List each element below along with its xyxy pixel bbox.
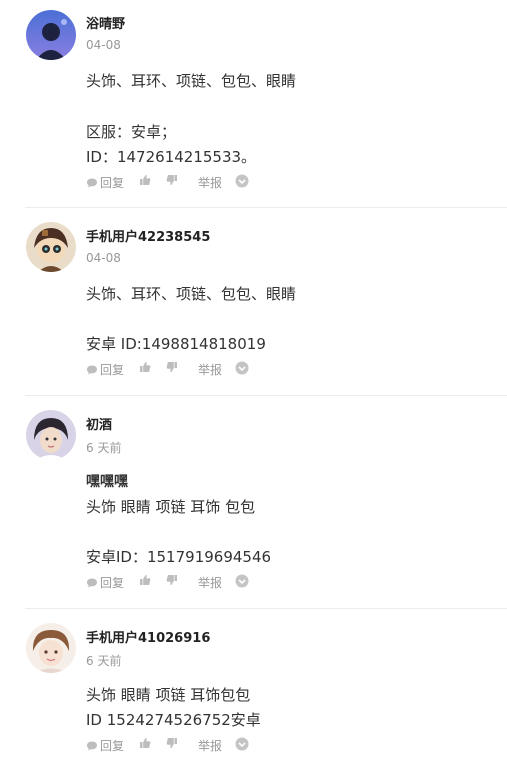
thumbs-down-icon [166, 362, 177, 372]
more-options-button[interactable] [235, 574, 249, 588]
dislike-button[interactable] [166, 574, 178, 586]
chevron-down-icon [235, 361, 249, 375]
like-button[interactable] [139, 174, 151, 186]
chevron-down-icon [235, 574, 249, 588]
avatar-image [26, 410, 76, 460]
report-label: 举报 [198, 363, 223, 377]
comment-divider [25, 608, 507, 609]
report-button[interactable]: 举报 [196, 361, 222, 378]
comment-divider [25, 207, 507, 208]
report-button[interactable]: 举报 [196, 737, 222, 754]
username[interactable]: 手机用户42238545 [86, 226, 210, 245]
chevron-down-icon [235, 174, 249, 188]
report-label: 举报 [198, 176, 223, 190]
reply-button[interactable]: 回复 [86, 737, 124, 754]
reply-label: 回复 [100, 176, 125, 190]
reply-button[interactable]: 回复 [86, 174, 124, 191]
comment-title: 嘿嘿嘿 [86, 474, 128, 490]
dislike-button[interactable] [166, 737, 178, 749]
thumbs-up-icon [140, 575, 151, 585]
comment-text-line: 头饰 眼睛 项链 耳饰包包 [86, 686, 251, 704]
comment-text-line: 头饰 眼睛 项链 耳饰 包包 [86, 498, 256, 516]
report-button[interactable]: 举报 [196, 174, 222, 191]
comment-text-line: 安卓ID：1517919694546 [86, 548, 272, 566]
username[interactable]: 初酒 [86, 414, 112, 433]
avatar-image [26, 10, 76, 60]
like-button[interactable] [139, 574, 151, 586]
report-button[interactable]: 举报 [196, 574, 222, 591]
avatar[interactable] [26, 410, 76, 460]
comment-text-line: 头饰、耳环、项链、包包、眼睛 [86, 72, 297, 90]
username[interactable]: 浴晴野 [86, 13, 125, 32]
speech-bubble-icon [87, 578, 97, 587]
avatar-image [26, 222, 76, 272]
comment-text-line: 头饰、耳环、项链、包包、眼睛 [86, 285, 297, 303]
dislike-button[interactable] [166, 174, 178, 186]
thumbs-up-icon [140, 175, 151, 185]
thumbs-up-icon [140, 738, 151, 748]
reply-label: 回复 [100, 576, 125, 590]
timestamp: 04-08 [86, 38, 121, 52]
more-options-button[interactable] [235, 174, 249, 188]
speech-bubble-icon [87, 741, 97, 750]
reply-label: 回复 [100, 363, 125, 377]
thumbs-down-icon [166, 738, 177, 748]
reply-label: 回复 [100, 739, 125, 753]
report-label: 举报 [198, 739, 223, 753]
timestamp: 6 天前 [86, 654, 122, 668]
comment-text-line: ID 1524274526752安卓 [86, 711, 261, 729]
thumbs-down-icon [166, 175, 177, 185]
speech-bubble-icon [87, 365, 97, 374]
avatar[interactable] [26, 623, 76, 673]
chevron-down-icon [235, 737, 249, 751]
timestamp: 6 天前 [86, 441, 122, 455]
avatar-image [26, 623, 76, 673]
like-button[interactable] [139, 361, 151, 373]
avatar[interactable] [26, 222, 76, 272]
report-label: 举报 [198, 576, 223, 590]
more-options-button[interactable] [235, 737, 249, 751]
comment-text-line: 安卓 ID:1498814818019 [86, 335, 266, 353]
comment-text-line: ID：1472614215533。 [86, 148, 257, 166]
comment-divider [25, 395, 507, 396]
timestamp: 04-08 [86, 251, 121, 265]
reply-button[interactable]: 回复 [86, 574, 124, 591]
more-options-button[interactable] [235, 361, 249, 375]
reply-button[interactable]: 回复 [86, 361, 124, 378]
speech-bubble-icon [87, 178, 97, 187]
avatar[interactable] [26, 10, 76, 60]
thumbs-up-icon [140, 362, 151, 372]
comment-text-line: 区服：安卓； [86, 123, 177, 141]
dislike-button[interactable] [166, 361, 178, 373]
thumbs-down-icon [166, 575, 177, 585]
username[interactable]: 手机用户41026916 [86, 627, 210, 646]
like-button[interactable] [139, 737, 151, 749]
